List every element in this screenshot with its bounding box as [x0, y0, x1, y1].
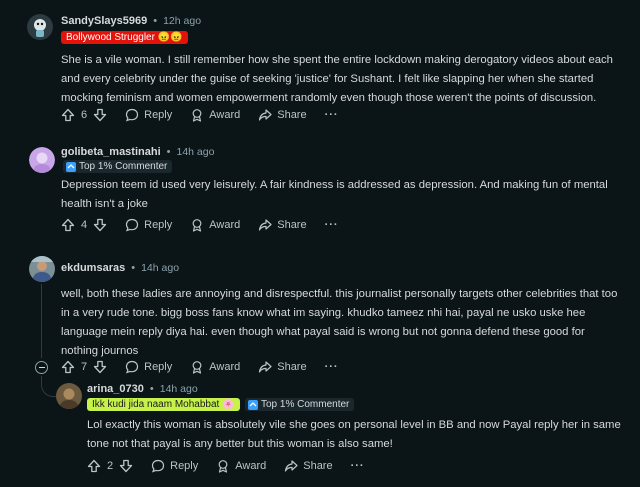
- share-icon: [285, 460, 298, 472]
- reply-button[interactable]: Reply: [125, 218, 172, 232]
- award-icon: [218, 460, 228, 473]
- award-label: Award: [235, 460, 267, 472]
- avatar[interactable]: [29, 147, 55, 173]
- more-options-button[interactable]: ···: [325, 219, 339, 231]
- vote-count: 4: [81, 219, 88, 231]
- avatar[interactable]: [56, 383, 82, 409]
- award-button[interactable]: Award: [190, 218, 240, 232]
- share-button[interactable]: Share: [258, 108, 307, 122]
- user-flair: Top 1% Commenter: [63, 160, 173, 173]
- username[interactable]: golibeta_mastinahi: [61, 146, 161, 158]
- user-flair: Ikk kudi jida naam Mohabbat 🌸: [87, 398, 240, 411]
- reply-button[interactable]: Reply: [151, 459, 198, 473]
- upvote-icon[interactable]: [87, 459, 101, 473]
- more-options-button[interactable]: ···: [351, 460, 365, 472]
- flair-label: Top 1% Commenter: [261, 399, 350, 410]
- username[interactable]: arina_0730: [87, 383, 144, 395]
- share-icon: [259, 219, 272, 231]
- timestamp[interactable]: 12h ago: [163, 15, 201, 27]
- upvote-icon[interactable]: [61, 360, 75, 374]
- reply-label: Reply: [144, 361, 173, 373]
- more-options-button[interactable]: ···: [325, 361, 339, 373]
- award-button[interactable]: Award: [190, 360, 240, 374]
- minus-icon: [38, 367, 45, 368]
- commenter-badge-icon: [66, 161, 76, 172]
- reply-label: Reply: [144, 109, 173, 121]
- reply-label: Reply: [170, 460, 199, 472]
- share-button[interactable]: Share: [258, 218, 307, 232]
- collapse-thread-button[interactable]: [35, 361, 48, 374]
- downvote-icon[interactable]: [119, 459, 133, 473]
- downvote-icon[interactable]: [93, 108, 107, 122]
- share-icon: [259, 109, 272, 121]
- reply-button[interactable]: Reply: [125, 108, 172, 122]
- user-flair-top-commenter: Top 1% Commenter: [245, 398, 355, 411]
- share-label: Share: [277, 109, 307, 121]
- share-label: Share: [303, 460, 333, 472]
- reply-connector: [41, 376, 56, 397]
- comment-body: Lol exactly this woman is absolutely vil…: [87, 419, 621, 450]
- downvote-icon[interactable]: [93, 218, 107, 232]
- vote-count: 6: [81, 109, 88, 121]
- comment-body: She is a vile woman. I still remember ho…: [61, 54, 613, 104]
- award-button[interactable]: Award: [190, 108, 240, 122]
- award-button[interactable]: Award: [216, 459, 266, 473]
- separator-dot: •: [131, 262, 136, 274]
- comment-bubble-icon: [126, 360, 139, 374]
- timestamp[interactable]: 14h ago: [141, 262, 179, 274]
- share-button[interactable]: Share: [258, 360, 307, 374]
- vote-count: 7: [81, 361, 88, 373]
- share-label: Share: [277, 219, 307, 231]
- more-options-button[interactable]: ···: [325, 109, 339, 121]
- thread-line: [41, 284, 42, 358]
- vote-count: 2: [107, 460, 114, 472]
- comment-bubble-icon: [126, 108, 139, 122]
- share-button[interactable]: Share: [284, 459, 333, 473]
- award-label: Award: [209, 109, 241, 121]
- separator-dot: •: [149, 383, 154, 395]
- award-icon: [192, 361, 202, 374]
- username[interactable]: SandySlays5969: [61, 15, 147, 27]
- award-icon: [192, 109, 202, 122]
- more-options-icon: ···: [350, 460, 365, 472]
- downvote-icon[interactable]: [93, 360, 107, 374]
- timestamp[interactable]: 14h ago: [160, 383, 198, 395]
- reply-label: Reply: [144, 219, 173, 231]
- more-options-icon: ···: [324, 219, 339, 231]
- award-label: Award: [209, 361, 241, 373]
- share-icon: [259, 361, 272, 373]
- avatar[interactable]: [29, 256, 55, 282]
- comment-body: well, both these ladies are annoying and…: [61, 288, 618, 357]
- username[interactable]: ekdumsaras: [61, 262, 125, 274]
- avatar[interactable]: [27, 14, 53, 40]
- award-icon: [192, 219, 202, 232]
- comment-body: Depression teem id used very leisurely. …: [61, 179, 608, 210]
- reply-button[interactable]: Reply: [125, 360, 172, 374]
- flair-label: Top 1% Commenter: [79, 161, 168, 172]
- comment-bubble-icon: [126, 218, 139, 232]
- separator-dot: •: [166, 146, 171, 158]
- award-label: Award: [209, 219, 241, 231]
- comment-bubble-icon: [152, 459, 165, 473]
- upvote-icon[interactable]: [61, 218, 75, 232]
- more-options-icon: ···: [324, 361, 339, 373]
- commenter-badge-icon: [248, 399, 258, 410]
- user-flair: Bollywood Struggler 😠😠: [61, 31, 188, 44]
- upvote-icon[interactable]: [61, 108, 75, 122]
- separator-dot: •: [153, 15, 158, 27]
- timestamp[interactable]: 14h ago: [177, 146, 215, 158]
- share-label: Share: [277, 361, 307, 373]
- more-options-icon: ···: [324, 109, 339, 121]
